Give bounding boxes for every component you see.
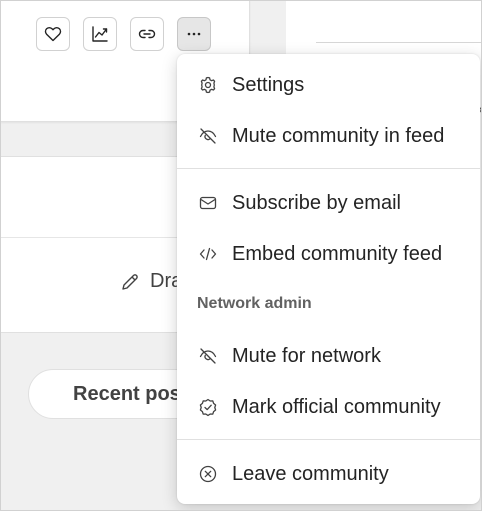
window-frame <box>0 0 482 511</box>
